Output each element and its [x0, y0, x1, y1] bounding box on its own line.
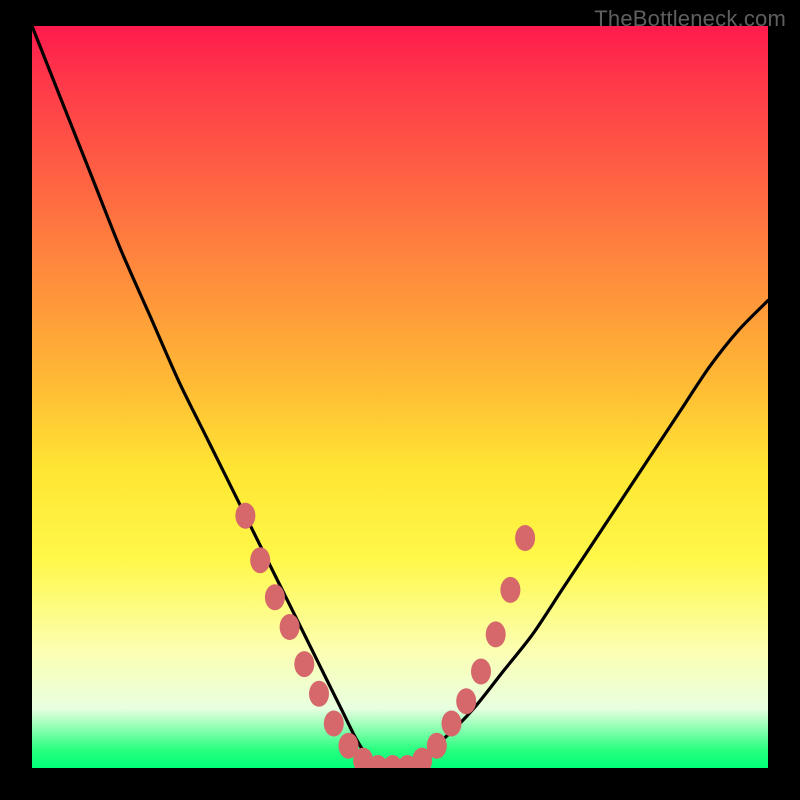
chart-svg [32, 26, 768, 768]
attribution-label: TheBottleneck.com [594, 6, 786, 32]
chart-marker [486, 621, 506, 647]
bottleneck-curve [32, 26, 768, 768]
chart-marker [500, 577, 520, 603]
chart-marker [280, 614, 300, 640]
chart-plot-area [32, 26, 768, 768]
chart-marker [235, 503, 255, 529]
chart-markers [235, 503, 535, 768]
chart-marker [427, 733, 447, 759]
chart-frame: TheBottleneck.com [0, 0, 800, 800]
chart-marker [309, 681, 329, 707]
chart-marker [442, 711, 462, 737]
chart-marker [250, 547, 270, 573]
chart-marker [515, 525, 535, 551]
chart-marker [265, 584, 285, 610]
chart-marker [456, 688, 476, 714]
chart-marker [324, 711, 344, 737]
chart-marker [471, 659, 491, 685]
chart-marker [294, 651, 314, 677]
